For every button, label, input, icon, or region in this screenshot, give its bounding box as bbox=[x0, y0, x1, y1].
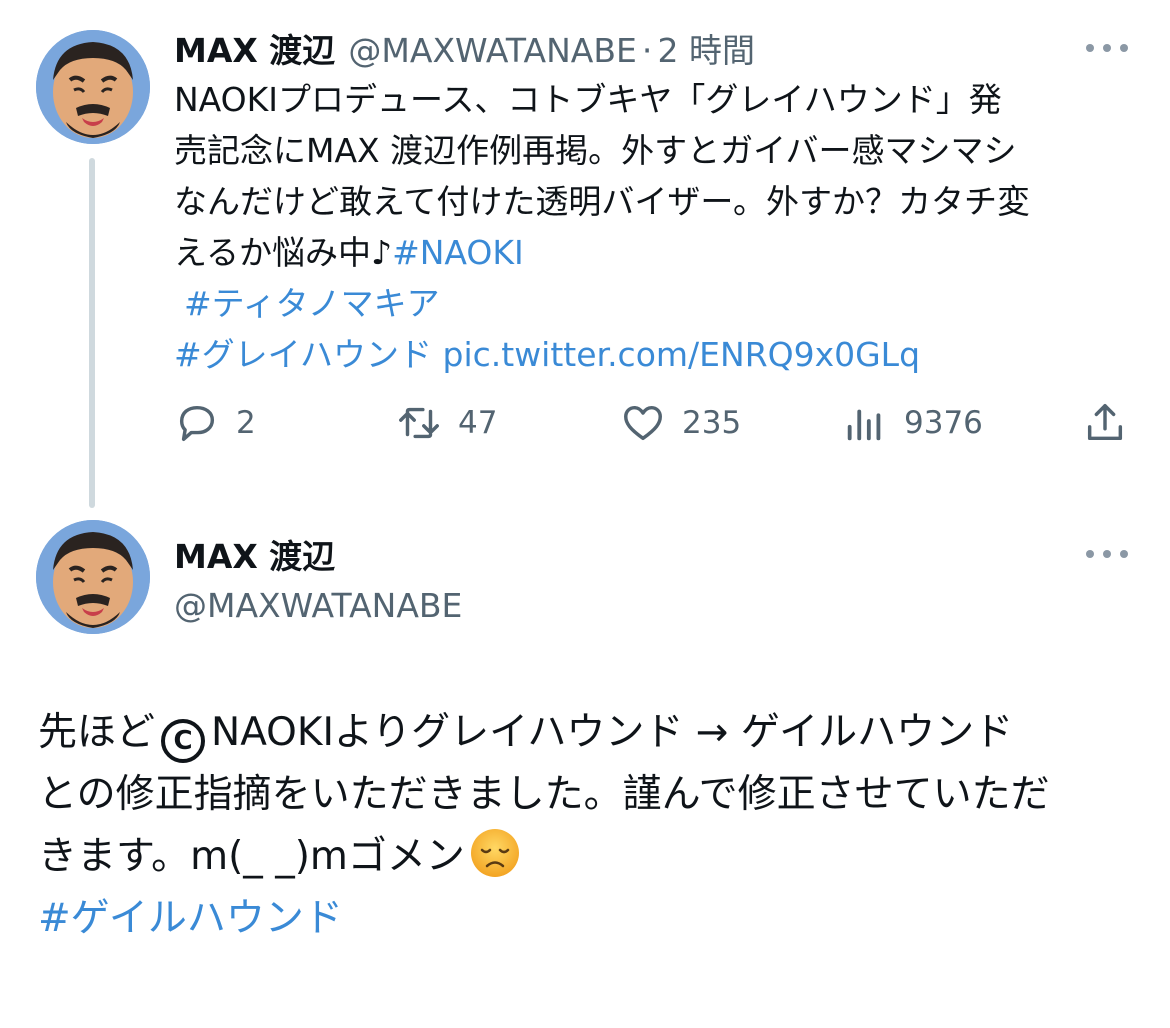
tweet-text-fragment: NAOKIよりグレイハウンド → ゲイルハウンド bbox=[211, 710, 1014, 755]
hashtag-greyhound[interactable]: #グレイハウンド bbox=[174, 335, 432, 374]
share-icon bbox=[1087, 404, 1123, 441]
author-name[interactable]: MAX 渡辺 bbox=[174, 530, 462, 578]
author-handle[interactable]: @MAXWATANABE bbox=[348, 31, 636, 70]
tweet-text-fragment: 先ほど bbox=[38, 710, 156, 755]
reply-icon bbox=[179, 405, 215, 442]
hashtag-line-2: #ティタノマキア bbox=[174, 278, 1134, 329]
hashtag-naoki[interactable]: #NAOKI bbox=[392, 233, 524, 272]
tweet2-header: MAX 渡辺 @MAXWATANABE bbox=[174, 530, 462, 625]
separator: · bbox=[641, 31, 653, 70]
more-icon[interactable] bbox=[1086, 40, 1130, 54]
like-button[interactable]: 235 bbox=[620, 400, 741, 446]
more-icon[interactable] bbox=[1086, 546, 1130, 560]
heart-icon bbox=[624, 405, 662, 441]
author-handle[interactable]: @MAXWATANABE bbox=[174, 586, 462, 625]
tweet-text-line: 売記念にMAX 渡辺作例再掲。外すとガイバー感マシマシ bbox=[174, 131, 1017, 170]
tweet-text-fragment: きます。m(_ _)mゴメン bbox=[38, 834, 465, 879]
view-count: 9376 bbox=[904, 405, 983, 441]
retweet-count: 47 bbox=[458, 405, 498, 441]
hashtag-line-3: #グレイハウンド pic.twitter.com/ENRQ9x0GLq bbox=[174, 329, 1134, 380]
tweet2-text: 先ほど C NAOKIよりグレイハウンド → ゲイルハウンド との修正指摘をいただき… bbox=[38, 702, 1138, 950]
hashtag-titanomachia[interactable]: #ティタノマキア bbox=[184, 284, 440, 323]
tweet-text-line: なんだけど敢えて付けた透明バイザー。外すか？カタチ変 bbox=[174, 182, 1031, 221]
tweet-text-line-1: 先ほど C NAOKIよりグレイハウンド → ゲイルハウンド bbox=[38, 702, 1138, 764]
views-button[interactable]: 9376 bbox=[842, 400, 983, 446]
pic-link[interactable]: pic.twitter.com/ENRQ9x0GLq bbox=[443, 335, 921, 374]
tweet-text-fragment: えるか悩み中♪ bbox=[174, 233, 393, 272]
retweet-button[interactable]: 47 bbox=[396, 400, 497, 446]
thread-line bbox=[89, 158, 95, 508]
tweet-text-line-4: #ゲイルハウンド bbox=[38, 888, 1138, 950]
views-icon bbox=[847, 409, 881, 441]
timestamp[interactable]: 2 時間 bbox=[658, 31, 756, 70]
avatar[interactable] bbox=[36, 30, 150, 144]
tweet-text-line-2: との修正指摘をいただきました。謹んで修正させていただ bbox=[38, 772, 1050, 817]
avatar[interactable] bbox=[36, 520, 150, 634]
author-name[interactable]: MAX 渡辺 bbox=[174, 31, 335, 70]
like-count: 235 bbox=[682, 405, 742, 441]
retweet-icon bbox=[399, 407, 439, 439]
reply-count: 2 bbox=[236, 405, 256, 441]
tweet1-header: MAX 渡辺 @MAXWATANABE · 2 時間 bbox=[174, 24, 755, 72]
tweet-text-line: NAOKIプロデュース、コトブキヤ「グレイハウンド」発 bbox=[174, 80, 1002, 119]
disappointed-face-emoji-icon bbox=[470, 829, 519, 877]
hashtag-gailhound[interactable]: #ゲイルハウンド bbox=[38, 896, 343, 941]
tweet-text-line-4: えるか悩み中♪#NAOKI bbox=[174, 227, 1134, 278]
copyright-icon: C bbox=[161, 719, 206, 763]
share-button[interactable] bbox=[1082, 400, 1128, 446]
tweet1-text: NAOKIプロデュース、コトブキヤ「グレイハウンド」発 売記念にMAX 渡辺作例… bbox=[174, 74, 1134, 380]
reply-button[interactable]: 2 bbox=[174, 400, 256, 446]
tweet-text-line-3: きます。m(_ _)mゴメン bbox=[38, 826, 1138, 888]
